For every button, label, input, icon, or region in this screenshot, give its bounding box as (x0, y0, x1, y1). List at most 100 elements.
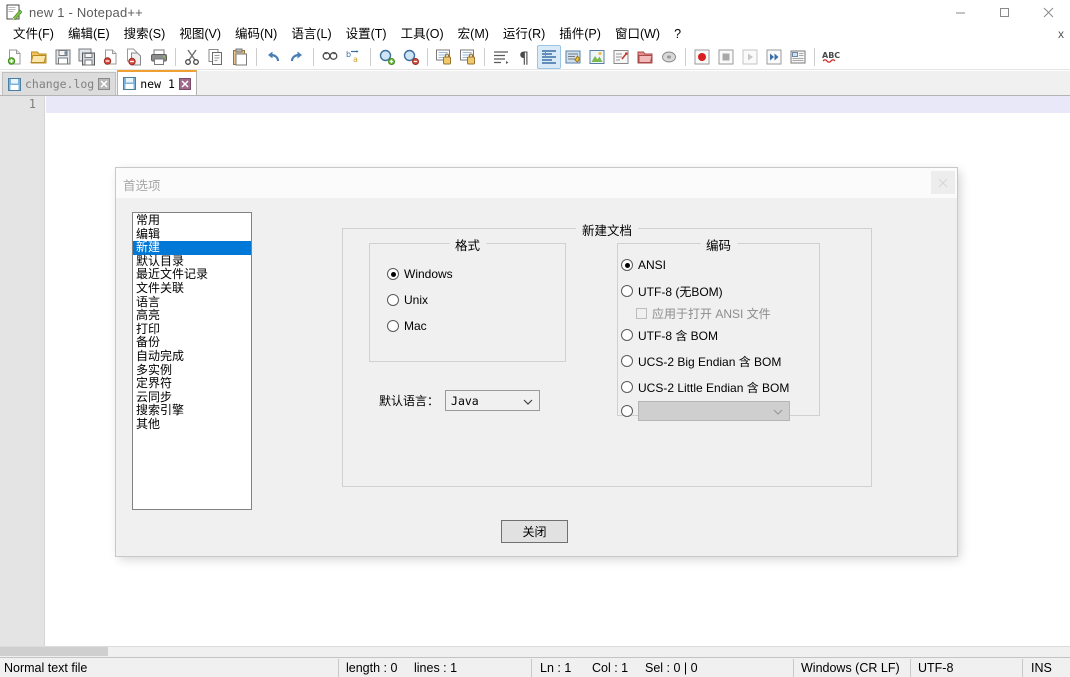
horizontal-scrollbar-thumb[interactable] (0, 647, 108, 656)
record-macro-icon[interactable] (690, 45, 714, 69)
dialog-close-button[interactable] (931, 171, 955, 194)
radio-encoding-utf8-bom[interactable]: UTF-8 含 BOM (621, 327, 790, 343)
other-encoding-combobox[interactable] (638, 401, 790, 421)
radio-label: UCS-2 Little Endian 含 BOM (638, 380, 790, 395)
menu-search[interactable]: 搜索(S) (117, 25, 173, 43)
status-divider (793, 659, 794, 677)
redo-icon[interactable] (285, 45, 309, 69)
radio-label: Mac (404, 319, 427, 333)
radio-encoding-other[interactable] (621, 401, 790, 421)
radio-label: Unix (404, 293, 429, 307)
zoom-out-icon[interactable] (399, 45, 423, 69)
radio-format-unix[interactable]: Unix (387, 292, 453, 308)
toolbar-separator (685, 47, 686, 66)
toolbar-separator (370, 47, 371, 66)
user-defined-language-icon[interactable] (561, 45, 585, 69)
new-file-icon[interactable] (3, 45, 27, 69)
menu-macro[interactable]: 宏(M) (451, 25, 496, 43)
save-icon[interactable] (51, 45, 75, 69)
menu-settings[interactable]: 设置(T) (339, 25, 394, 43)
radio-encoding-ansi[interactable]: ANSI (621, 257, 790, 273)
encoding-group-legend: 编码 (699, 235, 738, 254)
tab-close-icon[interactable] (178, 77, 191, 90)
print-icon[interactable] (147, 45, 171, 69)
menu-tools[interactable]: 工具(O) (394, 25, 451, 43)
menu-plugins[interactable]: 插件(P) (552, 25, 608, 43)
category-item-dingjiefu[interactable]: 定界符 (133, 377, 251, 391)
tab-change-log[interactable]: change.log (2, 72, 117, 95)
save-macro-icon[interactable] (786, 45, 810, 69)
play-macro-icon[interactable] (738, 45, 762, 69)
show-document-map-icon[interactable] (585, 45, 609, 69)
category-item-xinjian[interactable]: 新建 (133, 241, 251, 255)
category-item-changyong[interactable]: 常用 (133, 213, 251, 228)
menu-window[interactable]: 窗口(W) (608, 25, 667, 43)
close-all-icon[interactable] (123, 45, 147, 69)
word-wrap-icon[interactable] (489, 45, 513, 69)
function-list-icon[interactable] (609, 45, 633, 69)
category-item-gaoliang[interactable]: 高亮 (133, 309, 251, 323)
horizontal-scrollbar[interactable] (0, 646, 1070, 657)
category-item-wenjianguanlian[interactable]: 文件关联 (133, 281, 251, 296)
save-all-icon[interactable] (75, 45, 99, 69)
stop-recording-icon[interactable] (714, 45, 738, 69)
menu-file[interactable]: 文件(F) (6, 25, 61, 43)
open-file-icon[interactable] (27, 45, 51, 69)
menu-edit[interactable]: 编辑(E) (61, 25, 117, 43)
radio-label: UTF-8 含 BOM (638, 328, 718, 343)
status-ln: Ln : 1 (540, 661, 572, 675)
tab-new-1[interactable]: new 1 (117, 70, 197, 95)
cut-icon[interactable] (180, 45, 204, 69)
run-macro-multiple-icon[interactable] (762, 45, 786, 69)
format-group: 格式 Windows Unix Mac (369, 235, 566, 362)
status-col: Col : 1 (592, 661, 629, 675)
status-divider (338, 659, 339, 677)
tab-close-icon[interactable] (98, 78, 111, 90)
find-icon[interactable] (318, 45, 342, 69)
maximize-button[interactable] (982, 0, 1026, 24)
dialog-close-action-button[interactable]: 关闭 (501, 520, 568, 543)
close-button[interactable] (1026, 0, 1070, 24)
toolbar-separator (484, 47, 485, 66)
close-file-icon[interactable] (99, 45, 123, 69)
undo-icon[interactable] (261, 45, 285, 69)
sync-horizontal-scroll-icon[interactable] (456, 45, 480, 69)
window-controls (938, 0, 1070, 24)
replace-icon[interactable]: ba (342, 45, 366, 69)
default-language-combobox[interactable]: Java (445, 390, 541, 411)
folder-as-workspace-icon[interactable] (633, 45, 657, 69)
radio-format-mac[interactable]: Mac (387, 318, 453, 334)
category-item-dayin[interactable]: 打印 (133, 322, 251, 337)
show-all-chars-icon[interactable]: ¶ (513, 45, 537, 69)
menu-run[interactable]: 运行(R) (496, 25, 552, 43)
indent-guide-icon[interactable] (537, 44, 561, 69)
category-listbox[interactable]: 常用 编辑 新建 默认目录 最近文件记录 文件关联 语言 高亮 打印 备份 自动… (132, 212, 252, 510)
svg-text:b: b (346, 50, 351, 59)
category-item-qita[interactable]: 其他 (133, 417, 251, 432)
toolbar-separator (256, 47, 257, 66)
category-item-sousuoyinqing[interactable]: 搜索引擎 (133, 404, 251, 418)
radio-encoding-ucs2-be[interactable]: UCS-2 Big Endian 含 BOM (621, 353, 790, 369)
radio-format-windows[interactable]: Windows (387, 266, 453, 282)
minimize-button[interactable] (938, 0, 982, 24)
checkbox-apply-to-open-ansi[interactable]: 应用于打开 ANSI 文件 (636, 305, 790, 321)
copy-icon[interactable] (204, 45, 228, 69)
radio-indicator (621, 259, 633, 271)
statusbar: Normal text file length : 0 lines : 1 Ln… (0, 657, 1070, 677)
line-number-gutter: 1 (0, 96, 45, 656)
category-item-beifen[interactable]: 备份 (133, 336, 251, 350)
paste-icon[interactable] (228, 45, 252, 69)
category-item-zidongwancheng[interactable]: 自动完成 (133, 349, 251, 364)
menu-language[interactable]: 语言(L) (284, 25, 338, 43)
radio-encoding-utf8-nobom[interactable]: UTF-8 (无BOM) (621, 283, 790, 299)
run-icon[interactable]: ABC (819, 45, 843, 69)
menu-help[interactable]: ? (667, 25, 688, 43)
monitoring-icon[interactable] (657, 45, 681, 69)
zoom-in-icon[interactable] (375, 45, 399, 69)
sync-vertical-scroll-icon[interactable] (432, 45, 456, 69)
menu-view[interactable]: 视图(V) (172, 25, 228, 43)
menubar-close-doc-marker[interactable]: x (1058, 27, 1064, 41)
radio-encoding-ucs2-le[interactable]: UCS-2 Little Endian 含 BOM (621, 379, 790, 395)
category-item-zuijinwenjian[interactable]: 最近文件记录 (133, 268, 251, 282)
menu-encoding[interactable]: 编码(N) (228, 25, 284, 43)
